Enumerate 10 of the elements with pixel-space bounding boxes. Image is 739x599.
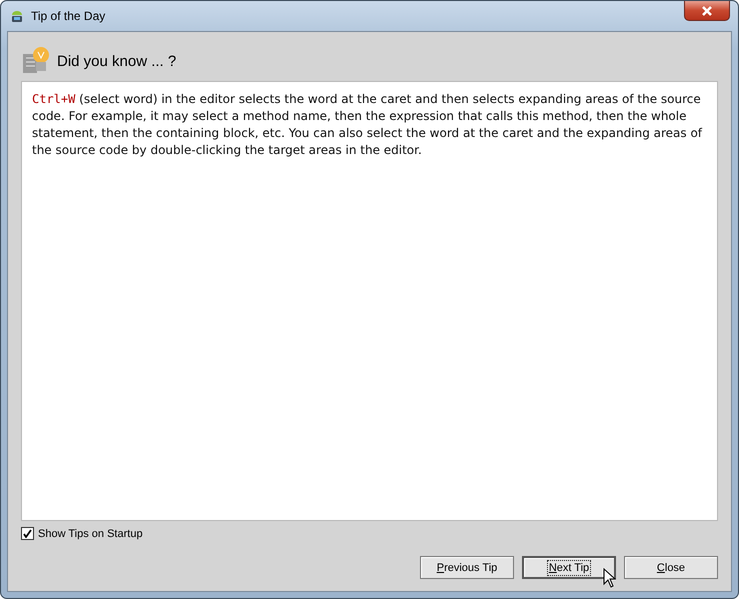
dialog-button[interactable]: Previous Tip — [420, 556, 514, 579]
android-icon — [9, 8, 25, 24]
window-title: Tip of the Day — [31, 9, 106, 23]
checkbox-label: Show Tips on Startup — [38, 528, 143, 540]
cursor-icon — [603, 568, 616, 588]
tip-text: Ctrl+W (select word) in the editor selects the word at the caret and then selects expanding areas of the source code. For example, it may select a method name, then the expression that calls this method, then the whole statement, then the containing block, etc. You can also select the word at the caret and the expanding areas of the source code by double-clicking the target areas in the editor. — [32, 91, 704, 159]
close-icon[interactable] — [684, 1, 730, 21]
checkbox[interactable] — [21, 527, 34, 540]
heading: Did you know ... ? — [57, 52, 176, 70]
dialog-button[interactable]: Close — [624, 556, 718, 579]
